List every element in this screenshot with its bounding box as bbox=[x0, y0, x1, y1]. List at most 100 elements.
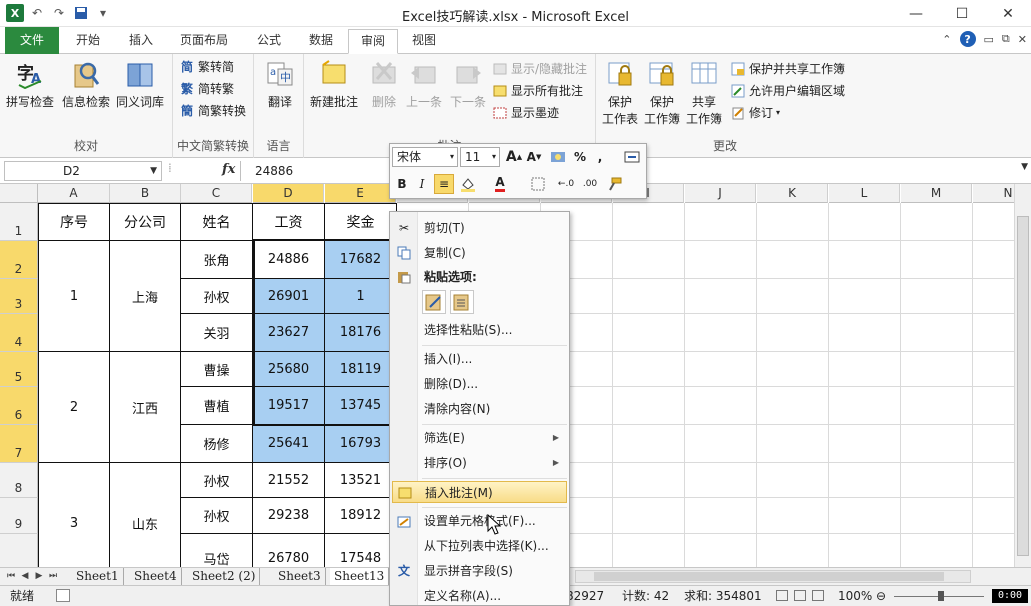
bonus-cell[interactable]: 17548 bbox=[325, 534, 397, 567]
menu-sort[interactable]: 排序(O) ▶ bbox=[392, 452, 567, 474]
merged-number-cell[interactable]: 1 bbox=[38, 241, 110, 352]
bonus-cell[interactable]: 1 bbox=[325, 279, 397, 314]
menu-define-name[interactable]: 定义名称(A)... bbox=[392, 585, 567, 605]
font-dropdown-icon[interactable]: ▾ bbox=[450, 148, 454, 166]
protect-and-share-button[interactable]: 保护并共享工作簿 bbox=[730, 60, 845, 77]
merge-center-icon[interactable] bbox=[622, 147, 642, 167]
bonus-cell[interactable]: 13745 bbox=[325, 387, 397, 425]
close-button[interactable]: ✕ bbox=[985, 0, 1031, 27]
expand-formula-bar-icon[interactable]: ▼ bbox=[1021, 162, 1028, 172]
delete-comment-button[interactable]: 删除 bbox=[368, 58, 400, 110]
paste-values-icon[interactable] bbox=[450, 290, 474, 314]
salary-cell[interactable]: 24886 bbox=[253, 241, 325, 279]
menu-cut[interactable]: ✂ 剪切(T) bbox=[392, 217, 567, 239]
accounting-format-icon[interactable] bbox=[548, 147, 568, 167]
column-header[interactable]: J bbox=[685, 184, 756, 203]
thesaurus-button[interactable]: 同义词库 bbox=[116, 58, 164, 110]
salary-cell[interactable]: 25680 bbox=[253, 352, 325, 387]
decrease-font-icon[interactable]: A ▼ bbox=[524, 147, 544, 167]
show-all-comments-button[interactable]: 显示所有批注 bbox=[492, 82, 583, 99]
select-all-corner[interactable] bbox=[0, 184, 38, 203]
font-size-box[interactable]: 11 ▾ bbox=[460, 147, 500, 167]
traditional-to-simplified-button[interactable]: 简繁转简 bbox=[179, 58, 234, 75]
menu-format-cells[interactable]: 设置单元格格式(F)... bbox=[392, 510, 567, 532]
tab-data[interactable]: 数据 bbox=[297, 29, 345, 54]
sheet-tab-sheet2-2[interactable]: Sheet2 (2) bbox=[188, 568, 261, 585]
sheet-tab-sheet13[interactable]: Sheet13 bbox=[330, 568, 390, 585]
row-header[interactable]: 5 bbox=[0, 352, 38, 387]
salary-cell[interactable]: 29238 bbox=[253, 498, 325, 534]
menu-insert-comment[interactable]: 插入批注(M) bbox=[392, 481, 567, 503]
increase-font-icon[interactable]: A ▲ bbox=[504, 147, 524, 167]
page-break-view-icon[interactable] bbox=[812, 590, 824, 601]
share-workbook-button[interactable]: 共享 工作簿 bbox=[686, 58, 722, 127]
menu-clear-contents[interactable]: 清除内容(N) bbox=[392, 398, 567, 420]
format-painter-icon[interactable] bbox=[604, 174, 624, 194]
name-box[interactable]: D2 ▼ bbox=[4, 161, 162, 181]
show-ink-button[interactable]: 显示墨迹 bbox=[492, 104, 559, 121]
borders-icon[interactable] bbox=[528, 174, 548, 194]
menu-pick-from-list[interactable]: 从下拉列表中选择(K)... bbox=[392, 535, 567, 557]
merged-branch-cell[interactable]: 山东 bbox=[110, 463, 181, 567]
show-hide-comment-button[interactable]: 显示/隐藏批注 bbox=[492, 60, 587, 77]
merged-number-cell[interactable]: 2 bbox=[38, 352, 110, 463]
minimize-workbook-icon[interactable]: ⧉ bbox=[1002, 32, 1010, 46]
bold-icon[interactable]: B bbox=[392, 174, 412, 194]
paste-formatting-icon[interactable] bbox=[422, 290, 446, 314]
row-header[interactable]: 9 bbox=[0, 498, 38, 534]
maximize-button[interactable]: ☐ bbox=[939, 0, 985, 27]
table-header-cell[interactable]: 姓名 bbox=[181, 203, 253, 241]
name-box-dropdown-icon[interactable]: ▼ bbox=[150, 162, 157, 180]
tab-file[interactable]: 文件 bbox=[5, 27, 59, 54]
protect-workbook-button[interactable]: 保护 工作簿 bbox=[644, 58, 680, 127]
next-sheet-icon[interactable]: ▶ bbox=[32, 569, 46, 584]
tab-insert[interactable]: 插入 bbox=[117, 29, 165, 54]
salary-cell[interactable]: 19517 bbox=[253, 387, 325, 425]
merged-branch-cell[interactable]: 江西 bbox=[110, 352, 181, 463]
next-comment-button[interactable]: 下一条 bbox=[450, 58, 486, 110]
macro-record-icon[interactable] bbox=[56, 589, 70, 602]
column-header[interactable]: E bbox=[325, 184, 396, 203]
bonus-cell[interactable]: 13521 bbox=[325, 463, 397, 498]
restore-window-icon[interactable]: ▭ bbox=[984, 33, 994, 46]
row-header[interactable]: 3 bbox=[0, 279, 38, 314]
research-button[interactable]: 信息检索 bbox=[62, 58, 110, 110]
table-header-cell[interactable]: 分公司 bbox=[110, 203, 181, 241]
previous-comment-button[interactable]: 上一条 bbox=[406, 58, 442, 110]
column-header[interactable]: M bbox=[901, 184, 972, 203]
table-header-cell[interactable]: 工资 bbox=[253, 203, 325, 241]
name-cell[interactable]: 孙权 bbox=[181, 279, 253, 314]
row-header[interactable]: 4 bbox=[0, 314, 38, 352]
simplified-to-traditional-button[interactable]: 繁简转繁 bbox=[179, 80, 234, 97]
close-workbook-icon[interactable]: ✕ bbox=[1018, 33, 1027, 46]
horizontal-scrollbar[interactable] bbox=[575, 570, 971, 583]
sheet-tab-sheet4[interactable]: Sheet4 bbox=[130, 568, 182, 585]
vertical-scrollbar[interactable] bbox=[1014, 184, 1031, 567]
column-header[interactable]: C bbox=[181, 184, 252, 203]
name-cell[interactable]: 孙权 bbox=[181, 463, 253, 498]
protect-sheet-button[interactable]: 保护 工作表 bbox=[602, 58, 638, 127]
menu-delete[interactable]: 删除(D)... bbox=[392, 373, 567, 395]
new-comment-button[interactable]: 新建批注 bbox=[310, 58, 358, 110]
last-sheet-icon[interactable]: ⏭ bbox=[46, 569, 60, 584]
font-name-box[interactable]: 宋体 ▾ bbox=[392, 147, 458, 167]
menu-paste-special[interactable]: 选择性粘贴(S)... bbox=[392, 319, 567, 341]
tab-review[interactable]: 审阅 bbox=[348, 29, 399, 54]
menu-insert[interactable]: 插入(I)... bbox=[392, 348, 567, 370]
bonus-cell[interactable]: 18176 bbox=[325, 314, 397, 352]
italic-icon[interactable]: I bbox=[412, 174, 432, 194]
table-header-cell[interactable]: 奖金 bbox=[325, 203, 397, 241]
menu-filter[interactable]: 筛选(E) ▶ bbox=[392, 427, 567, 449]
increase-decimal-icon[interactable]: ←.0 bbox=[556, 174, 576, 194]
page-layout-view-icon[interactable] bbox=[794, 590, 806, 601]
zoom-level[interactable]: 100% bbox=[838, 586, 872, 606]
spell-check-button[interactable]: 字A 拼写检查 bbox=[6, 58, 54, 110]
tab-view[interactable]: 视图 bbox=[400, 29, 448, 54]
column-header[interactable]: D bbox=[253, 184, 324, 203]
row-header[interactable]: 7 bbox=[0, 425, 38, 463]
align-center-icon[interactable]: ≡ bbox=[434, 174, 454, 194]
row-header[interactable]: 1 bbox=[0, 203, 38, 241]
decrease-decimal-icon[interactable]: .00 bbox=[580, 174, 600, 194]
tab-home[interactable]: 开始 bbox=[64, 29, 112, 54]
name-cell[interactable]: 曹操 bbox=[181, 352, 253, 387]
